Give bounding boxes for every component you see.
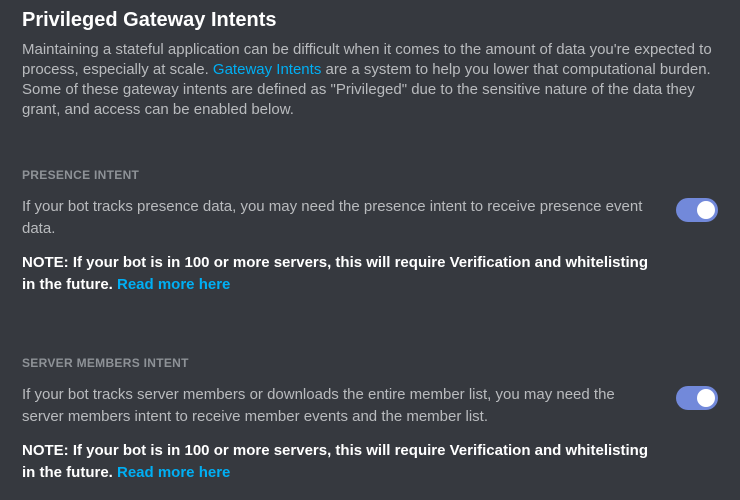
toggle-knob-icon [697, 201, 715, 219]
server-members-intent-description: If your bot tracks server members or dow… [22, 384, 660, 428]
presence-note-prefix: NOTE: If your bot is in 100 or more serv… [22, 254, 648, 293]
server-members-intent-text: If your bot tracks server members or dow… [22, 384, 660, 484]
presence-read-more-link[interactable]: Read more here [117, 276, 230, 293]
presence-intent-label: PRESENCE INTENT [22, 168, 718, 182]
server-members-intent-body: If your bot tracks server members or dow… [22, 384, 718, 484]
server-members-intent-note: NOTE: If your bot is in 100 or more serv… [22, 440, 660, 484]
server-members-intent-label: SERVER MEMBERS INTENT [22, 356, 718, 370]
intro-paragraph: Maintaining a stateful application can b… [22, 40, 718, 120]
presence-intent-body: If your bot tracks presence data, you ma… [22, 196, 718, 296]
members-read-more-link[interactable]: Read more here [117, 464, 230, 481]
gateway-intents-link[interactable]: Gateway Intents [213, 61, 321, 78]
presence-intent-toggle[interactable] [676, 198, 718, 222]
server-members-intent-section: SERVER MEMBERS INTENT If your bot tracks… [22, 356, 718, 484]
presence-intent-description: If your bot tracks presence data, you ma… [22, 196, 660, 240]
server-members-intent-toggle[interactable] [676, 386, 718, 410]
presence-intent-text: If your bot tracks presence data, you ma… [22, 196, 660, 296]
page-title: Privileged Gateway Intents [22, 8, 718, 32]
members-note-prefix: NOTE: If your bot is in 100 or more serv… [22, 442, 648, 481]
presence-intent-note: NOTE: If your bot is in 100 or more serv… [22, 252, 660, 296]
toggle-knob-icon [697, 389, 715, 407]
presence-intent-section: PRESENCE INTENT If your bot tracks prese… [22, 168, 718, 296]
